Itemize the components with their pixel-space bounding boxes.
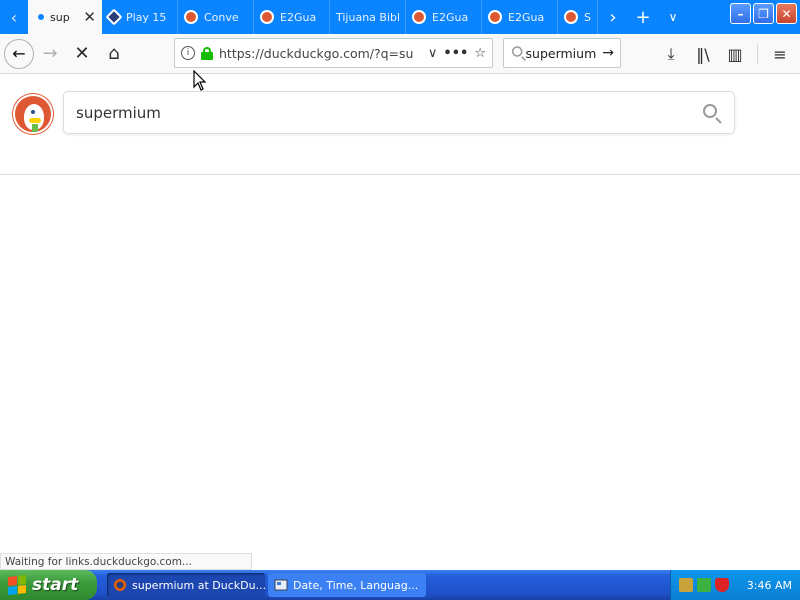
tab-e2gua-1[interactable]: E2Gua xyxy=(254,0,330,34)
duckduckgo-logo[interactable] xyxy=(13,94,53,134)
search-icon xyxy=(511,46,526,61)
back-arrow-icon: ← xyxy=(12,44,26,63)
url-text[interactable]: https://duckduckgo.com/?q=su xyxy=(219,46,422,61)
screen: ‹ sup ✕ Play 15 Conve E2Gua Tijuana Bibl… xyxy=(0,0,800,600)
forward-button[interactable]: → xyxy=(34,38,66,70)
start-label: start xyxy=(32,575,79,595)
task-label: supermium at DuckDu... xyxy=(132,578,265,592)
page-actions-icon[interactable]: ••• xyxy=(443,46,468,61)
library-icon[interactable]: ‖\ xyxy=(689,40,717,68)
download-icon[interactable]: ⤓ xyxy=(657,40,685,68)
clock[interactable]: 3:46 AM xyxy=(747,579,792,592)
tab-label: sup xyxy=(50,10,70,24)
bookmark-star-icon[interactable]: ☆ xyxy=(474,46,486,61)
navigation-toolbar: ← → ✕ ⌂ i https://duckduckgo.com/?q=su ∨… xyxy=(0,34,800,74)
mouse-cursor-icon xyxy=(193,70,207,91)
window-controls: – ❐ ✕ xyxy=(730,0,800,34)
sidebar-icon[interactable]: ▥ xyxy=(721,40,749,68)
network-icon[interactable] xyxy=(679,578,693,592)
close-tab-icon[interactable]: ✕ xyxy=(83,8,96,26)
search-bar[interactable]: supermium → xyxy=(503,38,621,68)
list-all-tabs-button[interactable]: ∨ xyxy=(658,0,688,34)
menu-icon[interactable]: ≡ xyxy=(766,40,794,68)
duckduckgo-header: supermium xyxy=(0,75,800,175)
status-bar: Waiting for links.duckduckgo.com... xyxy=(0,553,252,570)
windows-taskbar: start supermium at DuckDu... Date, Time,… xyxy=(0,570,800,600)
control-panel-icon xyxy=(274,579,288,591)
start-button[interactable]: start xyxy=(0,570,97,600)
windows-logo-icon xyxy=(8,575,26,595)
security-icon[interactable] xyxy=(697,578,711,592)
play-icon xyxy=(105,8,123,26)
tab-tijuana[interactable]: Tijuana Bibl xyxy=(330,0,406,34)
taskbar-item-firefox[interactable]: supermium at DuckDu... xyxy=(107,573,265,597)
search-icon[interactable] xyxy=(702,103,722,124)
tab-label: E2Gua xyxy=(508,10,545,24)
tab-label: Play 15 xyxy=(126,10,167,24)
shield-icon[interactable] xyxy=(715,578,729,592)
minimize-button[interactable]: – xyxy=(730,3,751,24)
taskbar-item-date-time[interactable]: Date, Time, Languag... xyxy=(268,573,426,597)
address-bar[interactable]: i https://duckduckgo.com/?q=su ∨ ••• ☆ xyxy=(174,38,493,68)
duckduckgo-icon xyxy=(412,10,426,24)
duckduckgo-icon xyxy=(184,10,198,24)
tab-play[interactable]: Play 15 xyxy=(102,0,178,34)
lock-icon[interactable] xyxy=(201,46,213,60)
duckduckgo-icon xyxy=(488,10,502,24)
close-window-button[interactable]: ✕ xyxy=(776,3,797,24)
tab-conve[interactable]: Conve xyxy=(178,0,254,34)
scroll-tabs-right-button[interactable]: › xyxy=(598,0,628,34)
duckduckgo-icon xyxy=(564,10,578,24)
tab-strip: ‹ sup ✕ Play 15 Conve E2Gua Tijuana Bibl… xyxy=(0,0,800,34)
tab-sp[interactable]: Sp xyxy=(558,0,598,34)
tab-e2gua-2[interactable]: E2Gua xyxy=(406,0,482,34)
tab-label: E2Gua xyxy=(432,10,469,24)
scroll-tabs-left-button[interactable]: ‹ xyxy=(0,0,28,34)
duckduckgo-search-box[interactable]: supermium xyxy=(63,91,735,134)
tab-label: Conve xyxy=(204,10,239,24)
search-input[interactable]: supermium xyxy=(526,46,597,61)
chevron-down-icon[interactable]: ∨ xyxy=(428,46,438,61)
back-button[interactable]: ← xyxy=(4,38,34,69)
duckduckgo-icon xyxy=(260,10,274,24)
tab-label: Sp xyxy=(584,10,591,24)
toolbar-right: ⤓ ‖\ ▥ ≡ xyxy=(657,34,800,74)
loading-dot-icon xyxy=(38,14,44,20)
stop-loading-button[interactable]: ✕ xyxy=(66,38,98,70)
search-query-input[interactable]: supermium xyxy=(76,104,702,122)
page-content: supermium xyxy=(0,75,800,570)
new-tab-button[interactable]: + xyxy=(628,0,658,34)
tab-label: E2Gua xyxy=(280,10,317,24)
restore-button[interactable]: ❐ xyxy=(753,3,774,24)
task-label: Date, Time, Languag... xyxy=(293,578,419,592)
home-button[interactable]: ⌂ xyxy=(98,38,130,70)
system-tray: 3:46 AM xyxy=(670,570,800,600)
tab-duckduckgo-search[interactable]: sup ✕ xyxy=(28,0,102,34)
go-arrow-icon[interactable]: → xyxy=(602,45,614,61)
tab-e2gua-3[interactable]: E2Gua xyxy=(482,0,558,34)
tab-label: Tijuana Bibl xyxy=(336,10,399,24)
separator xyxy=(757,44,758,64)
info-icon[interactable]: i xyxy=(181,46,195,60)
firefox-icon xyxy=(114,579,126,591)
